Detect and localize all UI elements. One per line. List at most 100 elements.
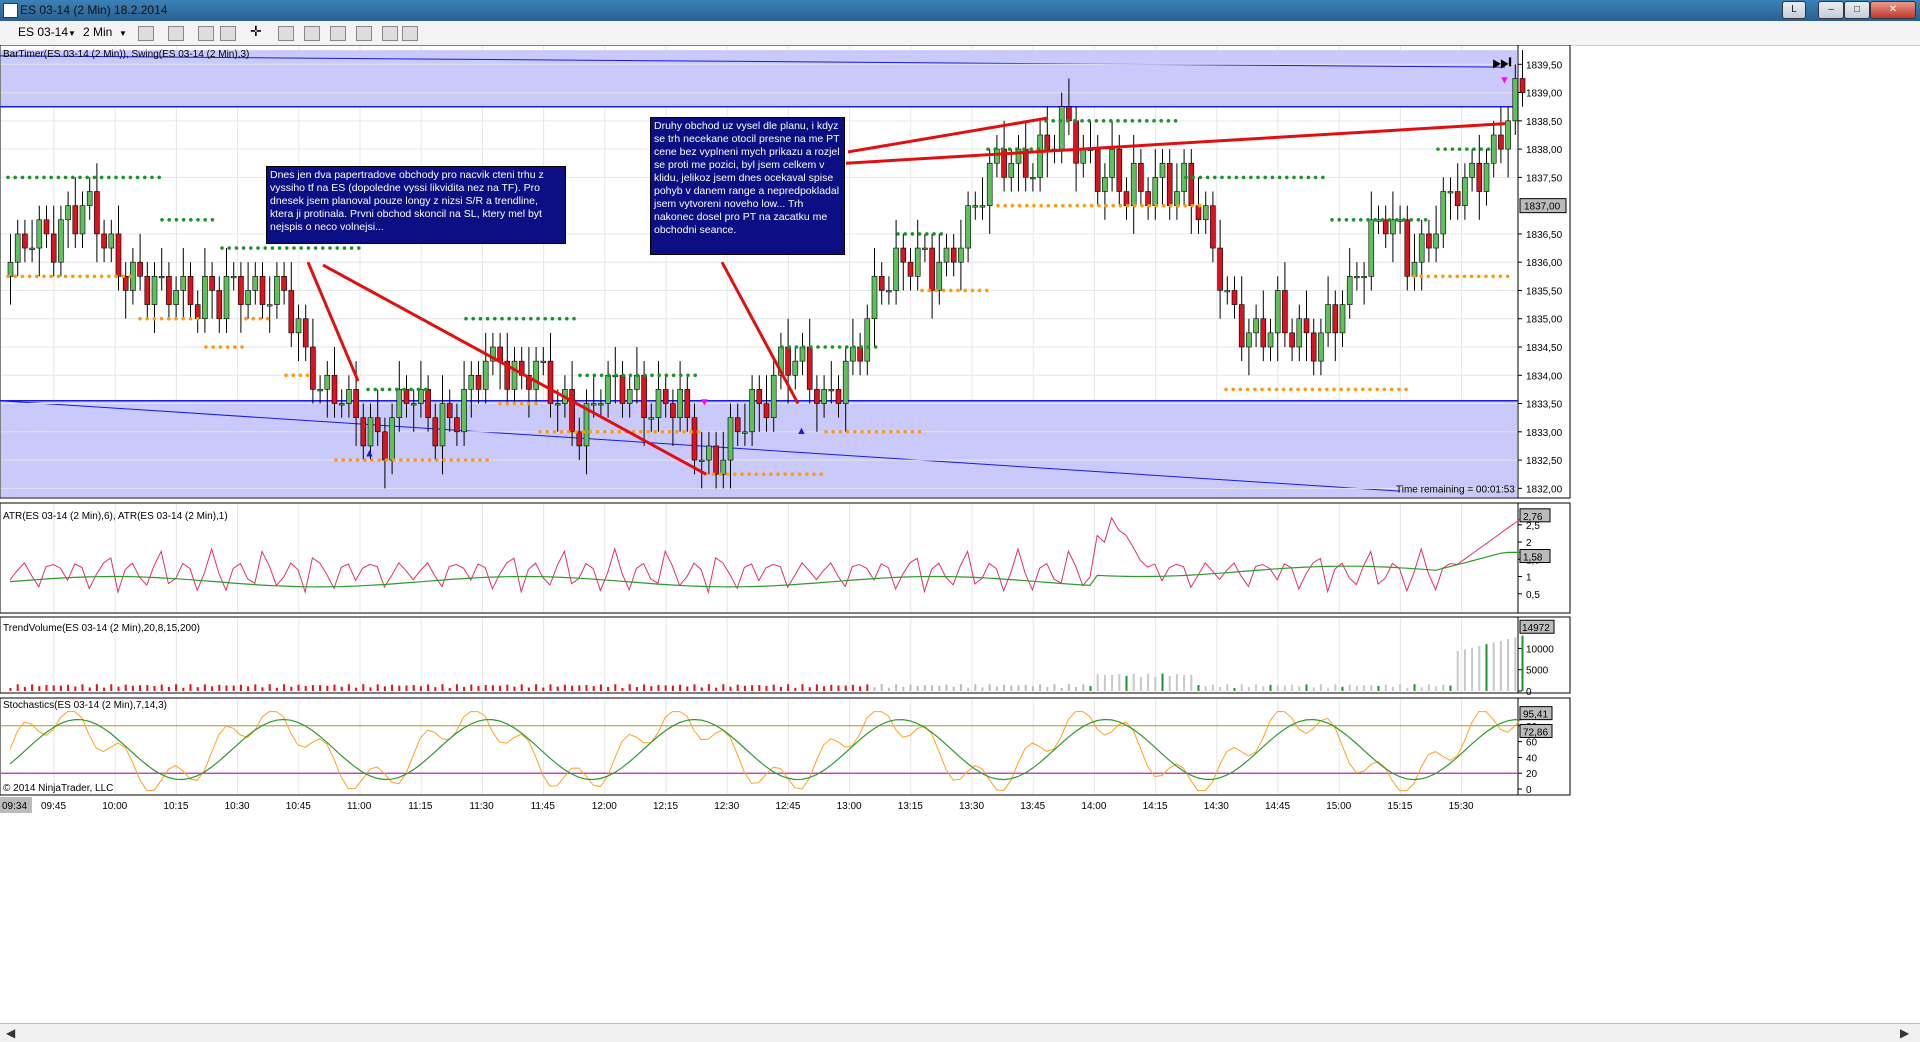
- horizontal-scrollbar[interactable]: ◀ ▶: [0, 1023, 1920, 1042]
- bar-type-icon[interactable]: [138, 26, 154, 41]
- swing-low-dot: [49, 274, 53, 279]
- time-axis-label: 11:15: [408, 801, 433, 812]
- volume-bar: [139, 685, 142, 691]
- candle-up: [914, 247, 921, 277]
- scroll-right-icon[interactable]: ▶: [1900, 1026, 1909, 1040]
- volume-bar: [736, 684, 739, 691]
- swing-high-dot: [35, 175, 39, 180]
- swing-low-dot: [258, 316, 263, 321]
- swing-high-dot: [1330, 217, 1334, 222]
- swing-low-dot: [1339, 387, 1343, 392]
- maximize-button[interactable]: □: [1844, 1, 1870, 19]
- stochastics-axis-label: 40: [1526, 753, 1538, 764]
- swing-high-dot: [135, 175, 140, 180]
- zoom-icon[interactable]: [278, 26, 294, 41]
- data-box-icon[interactable]: [304, 26, 320, 41]
- candle-up: [1274, 290, 1281, 334]
- scroll-left-icon[interactable]: ◀: [6, 1026, 15, 1040]
- crosshair-icon[interactable]: ✛: [250, 23, 262, 40]
- strategy-icon[interactable]: [356, 26, 372, 41]
- volume-bar: [1003, 684, 1006, 691]
- swing-low-dot: [377, 458, 382, 462]
- swing-low-dot: [1154, 203, 1159, 208]
- snap-icon[interactable]: [198, 26, 214, 41]
- volume-bar: [715, 687, 718, 691]
- swing-low-dot: [6, 274, 10, 279]
- candle-up: [1490, 134, 1497, 164]
- candle-up: [1462, 177, 1468, 206]
- properties-icon[interactable]: [330, 26, 346, 41]
- swing-high-dot: [643, 373, 647, 378]
- stochastics-axis-label: 60: [1526, 738, 1538, 749]
- volume-bar: [873, 687, 876, 691]
- volume-bar: [81, 684, 84, 691]
- volume-bar: [866, 684, 869, 691]
- volume-bar: [333, 684, 336, 691]
- volume-bar: [1226, 684, 1229, 691]
- swing-high-dot: [464, 316, 468, 321]
- swing-high-dot: [565, 316, 569, 321]
- candle-up: [1253, 318, 1259, 334]
- chart-trader-icon[interactable]: [220, 26, 236, 41]
- swing-high-dot: [1450, 147, 1455, 151]
- candle-down: [950, 247, 957, 263]
- price-axis-label: 1838,50: [1526, 117, 1563, 128]
- swing-low-dot: [251, 316, 255, 321]
- chevron-down-icon[interactable]: ▼: [68, 29, 76, 38]
- candle-up: [108, 233, 115, 249]
- swing-high-dot: [925, 232, 929, 236]
- volume-bar: [1103, 674, 1106, 691]
- time-axis-label: 13:00: [837, 801, 862, 812]
- candle-down: [1310, 332, 1317, 362]
- close-button[interactable]: ✕: [1870, 1, 1916, 19]
- swing-high-dot: [1486, 147, 1491, 151]
- swing-low-dot: [682, 430, 686, 434]
- swing-low-dot: [711, 472, 715, 477]
- volume-bar: [1471, 647, 1474, 691]
- hide-icon[interactable]: [402, 26, 418, 41]
- long-entry-arrow: ▲: [364, 448, 375, 460]
- swing-low-dot: [941, 288, 946, 293]
- templates-icon[interactable]: [382, 26, 398, 41]
- candle-up: [821, 389, 827, 404]
- volume-bar: [974, 684, 977, 691]
- swing-high-dot: [1321, 175, 1325, 180]
- volume-badge-value: 14972: [1522, 623, 1550, 634]
- interval-selector[interactable]: 2 Min: [83, 25, 112, 39]
- swing-low-dot: [413, 458, 418, 462]
- candle-up: [540, 360, 547, 363]
- draw-icon[interactable]: [168, 26, 184, 41]
- candle-up: [58, 219, 64, 263]
- candle-up: [1318, 332, 1324, 362]
- candle-down: [403, 389, 410, 404]
- volume-bar: [815, 684, 818, 691]
- swing-low-dot: [92, 274, 97, 279]
- candle-down: [1289, 332, 1295, 348]
- candle-up: [922, 247, 928, 250]
- chart-canvas[interactable]: 1839,50 1839,00 1838,50 1838,00 1837,50 1836,…: [0, 45, 1920, 1023]
- swing-low-dot: [588, 430, 593, 434]
- swing-high-dot: [1285, 175, 1289, 180]
- candle-up: [180, 276, 187, 291]
- swing-high-dot: [321, 246, 325, 250]
- minimize-button[interactable]: –: [1818, 1, 1844, 19]
- swing-high-dot: [787, 345, 791, 349]
- link-button[interactable]: L: [1782, 1, 1806, 19]
- swing-low-dot: [42, 274, 46, 279]
- swing-high-dot: [801, 345, 806, 349]
- swing-high-dot: [986, 147, 990, 151]
- swing-low-dot: [284, 373, 288, 378]
- instrument-selector[interactable]: ES 03-14: [18, 25, 68, 39]
- swing-low-dot: [291, 373, 296, 378]
- swing-low-dot: [617, 430, 621, 434]
- swing-low-dot: [1224, 387, 1228, 392]
- swing-low-dot: [1161, 203, 1166, 208]
- candle-up: [677, 389, 683, 418]
- volume-bar: [1514, 637, 1517, 691]
- swing-low-dot: [1397, 387, 1401, 392]
- volume-bar: [592, 686, 595, 691]
- swing-high-dot: [49, 175, 53, 180]
- chevron-down-icon[interactable]: ▼: [119, 29, 127, 38]
- candle-up: [770, 374, 777, 418]
- swing-high-dot: [485, 316, 490, 321]
